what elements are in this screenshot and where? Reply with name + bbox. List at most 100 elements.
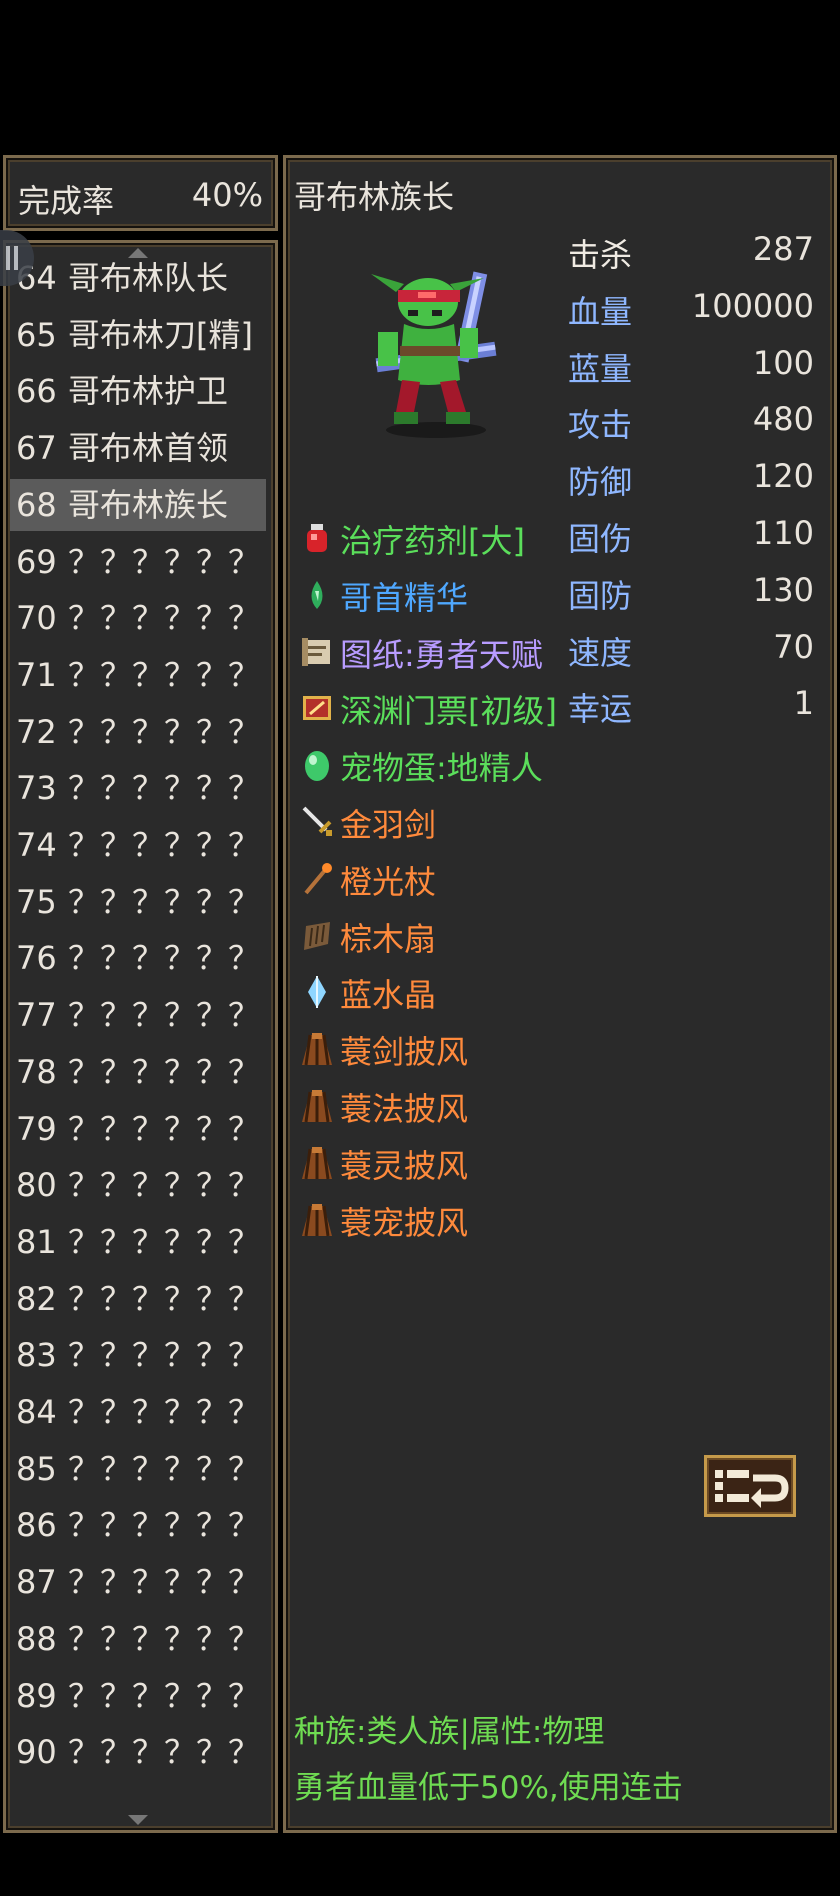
monster-list-name: ？？？？？？ bbox=[68, 939, 261, 978]
monster-list-item[interactable]: 86 ？？？？？？ bbox=[10, 1499, 266, 1551]
monster-number: 77 bbox=[16, 996, 57, 1035]
stat-value: 287 bbox=[752, 230, 814, 268]
drop-item[interactable]: 蓝水晶 bbox=[300, 971, 436, 1015]
monster-list-item[interactable]: 77 ？？？？？？ bbox=[10, 989, 266, 1041]
drop-item[interactable]: 橙光杖 bbox=[300, 858, 436, 902]
monster-list-item[interactable]: 72 ？？？？？？ bbox=[10, 706, 266, 758]
monster-number: 89 bbox=[16, 1676, 57, 1715]
monster-name: 哥布林族长 bbox=[294, 178, 455, 216]
cloak-icon bbox=[300, 1031, 334, 1069]
monster-list-item[interactable]: 82 ？？？？？？ bbox=[10, 1273, 266, 1325]
monster-list-item[interactable]: 81 ？？？？？？ bbox=[10, 1216, 266, 1268]
monster-list-name: ？？？？？？ bbox=[68, 1166, 261, 1205]
monster-list-item[interactable]: 89 ？？？？？？ bbox=[10, 1670, 266, 1722]
stat-value: 1 bbox=[793, 684, 814, 723]
monster-list-name: ？？？？？？ bbox=[68, 1506, 261, 1545]
monster-list-name: 哥布林首领 bbox=[68, 429, 229, 468]
stat-value: 100 bbox=[752, 343, 814, 382]
drop-item[interactable]: 哥首精华 bbox=[300, 574, 468, 618]
drop-item[interactable]: 蓑宠披风 bbox=[300, 1199, 468, 1243]
drop-item[interactable]: 蓑法披风 bbox=[300, 1085, 468, 1129]
monster-list-name: ？？？？？？ bbox=[68, 1563, 261, 1602]
monster-list-name: ？？？？？？ bbox=[68, 1052, 261, 1091]
monster-list-item[interactable]: 64 哥布林队长 bbox=[10, 252, 266, 304]
drop-item-name: 蓑法披风 bbox=[340, 1090, 469, 1128]
monster-list-item[interactable]: 75 ？？？？？？ bbox=[10, 876, 266, 928]
fan-icon bbox=[300, 918, 334, 956]
drop-item-name: 橙光杖 bbox=[340, 862, 437, 901]
monster-list-name: ？？？？？？ bbox=[68, 1676, 261, 1715]
stat-label: 蓝量 bbox=[568, 349, 633, 388]
drop-item[interactable]: 深渊门票[初级] bbox=[300, 687, 557, 731]
monster-list-item[interactable]: 80 ？？？？？？ bbox=[10, 1159, 266, 1211]
drop-item[interactable]: 蓑剑披风 bbox=[300, 1028, 468, 1072]
drop-item-name: 蓑宠披风 bbox=[340, 1203, 469, 1242]
monster-list-item[interactable]: 69 ？？？？？？ bbox=[10, 536, 266, 588]
drop-item-name: 图纸:勇者天赋 bbox=[340, 635, 543, 674]
stat-value: 70 bbox=[773, 627, 814, 666]
staff-icon bbox=[300, 861, 334, 899]
monster-list-name: 哥布林护卫 bbox=[68, 372, 229, 411]
monster-number: 73 bbox=[16, 769, 57, 808]
monster-list-item[interactable]: 76 ？？？？？？ bbox=[10, 932, 266, 984]
monster-list-item[interactable]: 85 ？？？？？？ bbox=[10, 1443, 266, 1495]
monster-number: 76 bbox=[16, 939, 57, 978]
monster-number: 69 bbox=[16, 542, 57, 581]
essence-drop-icon bbox=[300, 577, 334, 615]
monster-list-name: ？？？？？？ bbox=[68, 1619, 261, 1658]
monster-list-item[interactable]: 73 ？？？？？？ bbox=[10, 762, 266, 814]
stat-label: 击杀 bbox=[568, 236, 633, 274]
stat-label: 血量 bbox=[568, 292, 633, 331]
monster-number: 86 bbox=[16, 1506, 57, 1545]
monster-number: 70 bbox=[16, 599, 57, 638]
drop-item[interactable]: 金羽剑 bbox=[300, 801, 436, 845]
scroll-down-icon[interactable] bbox=[128, 1815, 148, 1825]
monster-list-item[interactable]: 79 ？？？？？？ bbox=[10, 1103, 266, 1155]
stat-value: 100000 bbox=[691, 286, 814, 325]
stat-label: 固伤 bbox=[568, 520, 633, 558]
monster-list-item[interactable]: 66 哥布林护卫 bbox=[10, 365, 266, 417]
monster-list-item[interactable]: 65 哥布林刀[精] bbox=[10, 309, 266, 361]
monster-list-name: ？？？？？？ bbox=[68, 1222, 261, 1261]
monster-list-item[interactable]: 67 哥布林首领 bbox=[10, 422, 266, 474]
monster-number: 78 bbox=[16, 1052, 57, 1091]
drop-item[interactable]: 图纸:勇者天赋 bbox=[300, 631, 543, 675]
stat-label: 幸运 bbox=[568, 690, 633, 729]
drop-item[interactable]: 蓑灵披风 bbox=[300, 1142, 468, 1186]
monster-list-item[interactable]: 70 ？？？？？？ bbox=[10, 592, 266, 644]
behavior-text: 勇者血量低于50%,使用连击 bbox=[294, 1770, 683, 1806]
drop-item-name: 棕木扇 bbox=[340, 919, 437, 958]
monster-number: 75 bbox=[16, 882, 57, 921]
monster-number: 84 bbox=[16, 1393, 57, 1431]
monster-list-name: ？？？？？？ bbox=[68, 712, 261, 751]
drop-item[interactable]: 治疗药剂[大] bbox=[300, 517, 525, 561]
monster-list-name: ？？？？？？ bbox=[68, 882, 261, 921]
cloak-icon bbox=[300, 1088, 334, 1126]
monster-list-item[interactable]: 78 ？？？？？？ bbox=[10, 1046, 266, 1098]
monster-list-item[interactable]: 71 ？？？？？？ bbox=[10, 649, 266, 701]
monster-number: 67 bbox=[16, 429, 57, 468]
completion-label: 完成率 bbox=[18, 182, 115, 220]
monster-number: 80 bbox=[16, 1166, 57, 1205]
monster-number: 87 bbox=[16, 1563, 57, 1602]
monster-list-name: 哥布林族长 bbox=[68, 485, 229, 524]
monster-number: 85 bbox=[16, 1449, 57, 1488]
drop-item[interactable]: 宠物蛋:地精人 bbox=[300, 744, 543, 788]
drop-item[interactable]: 棕木扇 bbox=[300, 915, 436, 959]
drop-item-name: 哥首精华 bbox=[340, 578, 469, 617]
monster-list-item[interactable]: 83 ？？？？？？ bbox=[10, 1329, 266, 1381]
monster-list-item[interactable]: 68 哥布林族长 bbox=[10, 478, 266, 531]
monster-list-item[interactable]: 87 ？？？？？？ bbox=[10, 1556, 266, 1608]
monster-number: 79 bbox=[16, 1109, 57, 1148]
monster-list-item[interactable]: 90 ？？？？？？ bbox=[10, 1726, 266, 1778]
return-button[interactable] bbox=[704, 1455, 796, 1517]
monster-list-name: ？？？？？？ bbox=[68, 826, 261, 864]
monster-list-name: 哥布林刀[精] bbox=[68, 315, 253, 354]
monster-list-item[interactable]: 74 ？？？？？？ bbox=[10, 819, 266, 871]
monster-list-item[interactable]: 88 ？？？？？？ bbox=[10, 1613, 266, 1665]
sword-icon bbox=[300, 804, 334, 842]
monster-number: 71 bbox=[16, 655, 57, 694]
monster-list-name: ？？？？？？ bbox=[68, 769, 261, 808]
monster-list-item[interactable]: 84 ？？？？？？ bbox=[10, 1386, 266, 1438]
monster-list-name: ？？？？？？ bbox=[68, 542, 261, 581]
